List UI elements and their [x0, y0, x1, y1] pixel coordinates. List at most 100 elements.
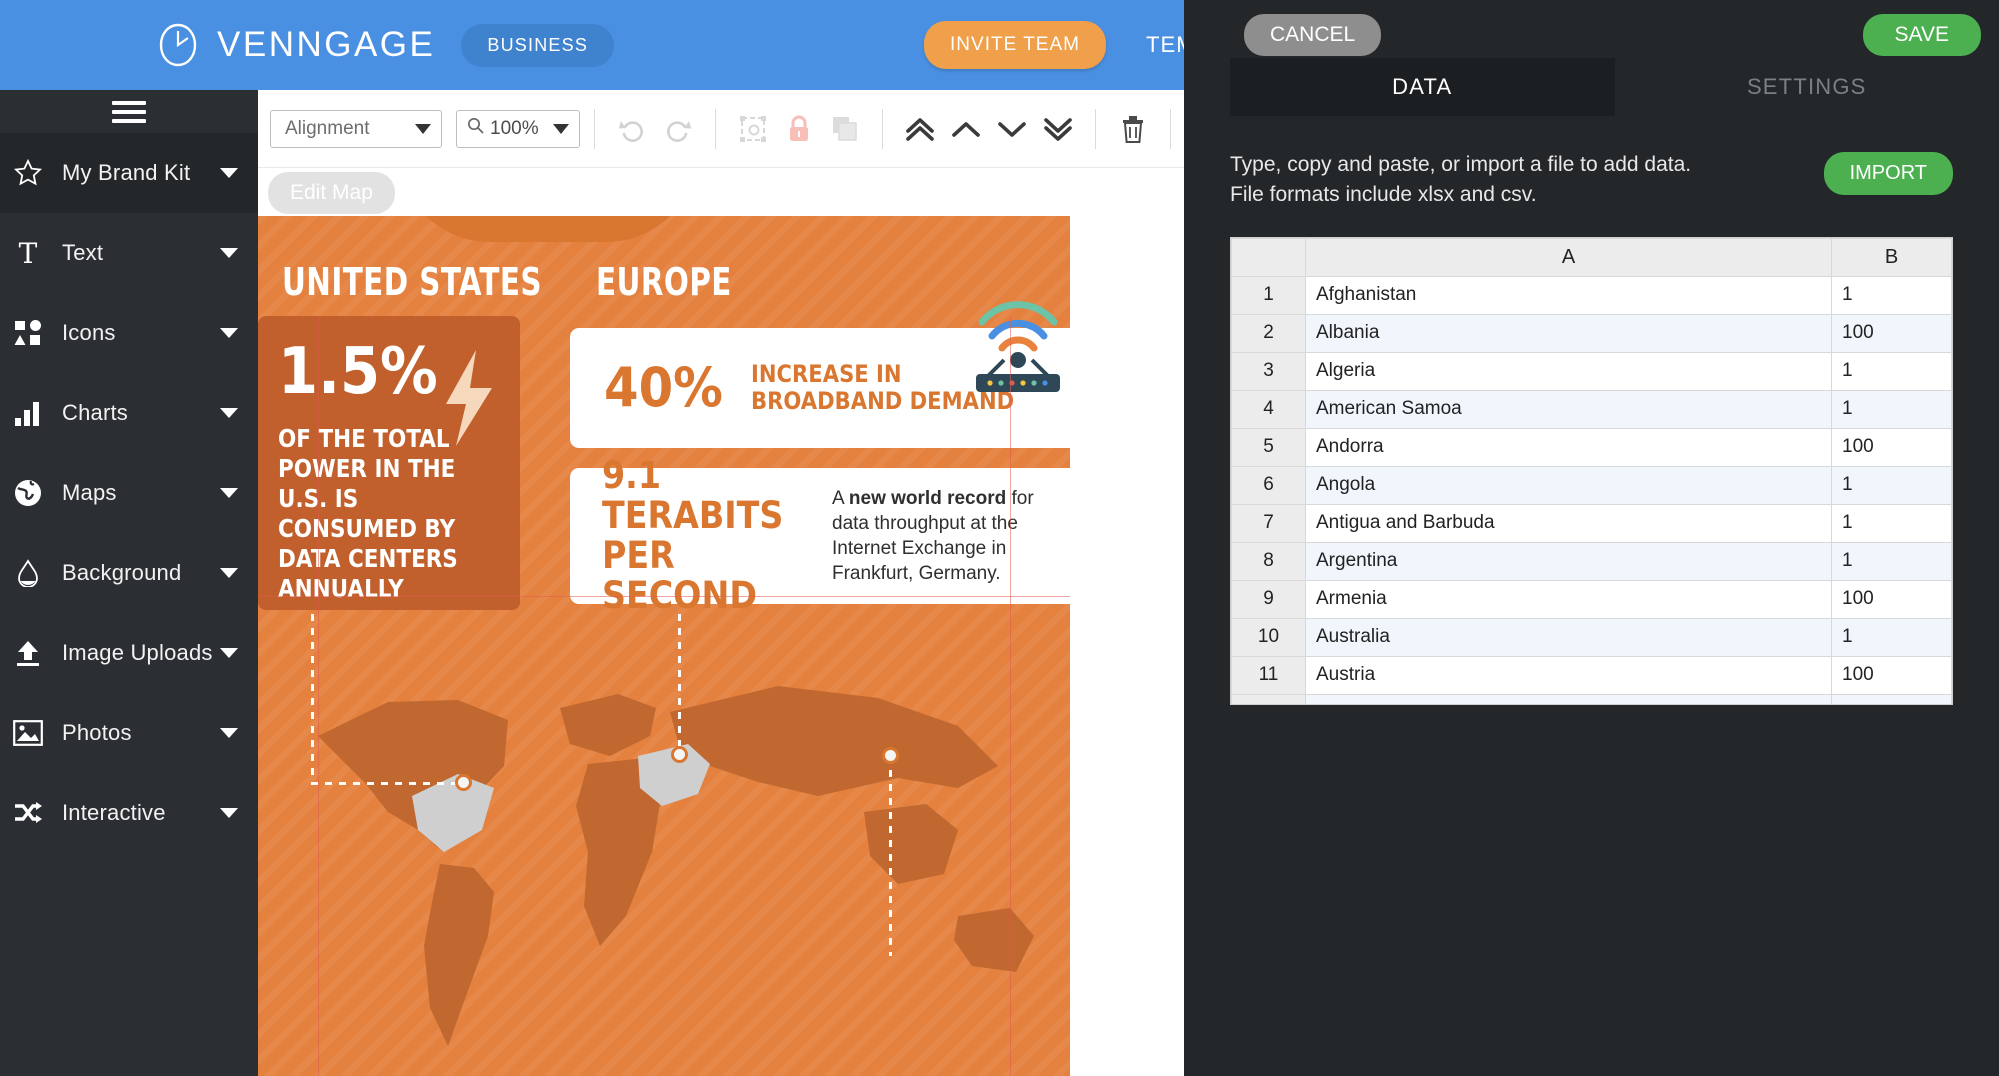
chevron-down-icon[interactable] — [220, 168, 238, 178]
import-button[interactable]: IMPORT — [1823, 152, 1953, 195]
chevron-down-icon[interactable] — [220, 328, 238, 338]
column-header-b[interactable]: B — [1831, 237, 1952, 277]
zoom-dropdown[interactable]: 100% — [456, 109, 580, 148]
cell-b[interactable]: 1 — [1831, 275, 1952, 315]
cell-b[interactable]: 1 — [1831, 465, 1952, 505]
table-row[interactable]: 8 Argentina 1 — [1231, 541, 1952, 581]
tab-data[interactable]: DATA — [1230, 58, 1615, 116]
chevron-down-icon[interactable] — [220, 568, 238, 578]
cell-b[interactable]: 100 — [1831, 579, 1952, 619]
edit-map-button[interactable]: Edit Map — [268, 172, 395, 214]
table-row[interactable]: 7 Antigua and Barbuda 1 — [1231, 503, 1952, 543]
chevron-down-icon[interactable] — [220, 728, 238, 738]
toolbar-divider — [881, 108, 883, 149]
table-row[interactable]: 11 Austria 100 — [1231, 655, 1952, 695]
cell-a[interactable]: Austria — [1305, 655, 1832, 695]
sidebar-item-text[interactable]: T Text — [0, 213, 258, 293]
save-button[interactable]: SAVE — [1862, 14, 1981, 56]
chevron-down-icon[interactable] — [220, 808, 238, 818]
cell-a[interactable]: Afghanistan — [1305, 275, 1832, 315]
cell-b[interactable]: 100 — [1831, 655, 1952, 695]
table-row[interactable]: 3 Algeria 1 — [1231, 351, 1952, 391]
sidebar-menu-toggle[interactable] — [0, 90, 258, 133]
section-title-united-states[interactable]: UNITED STATES — [282, 260, 542, 304]
row-number: 12 — [1231, 693, 1306, 704]
sidebar-item-image-uploads[interactable]: Image Uploads — [0, 613, 258, 693]
eu-throughput-card[interactable]: 9.1 TERABITS PER SECOND A new world reco… — [570, 456, 1070, 615]
table-row[interactable]: 10 Australia 1 — [1231, 617, 1952, 657]
cell-a[interactable]: Angola — [1305, 465, 1832, 505]
intro-line-1: Type, copy and paste, or import a file t… — [1230, 153, 1692, 176]
sidebar-item-background[interactable]: Background — [0, 533, 258, 613]
row-number: 4 — [1231, 389, 1306, 429]
undo-icon[interactable] — [614, 111, 650, 147]
table-row[interactable]: 9 Armenia 100 — [1231, 579, 1952, 619]
table-row[interactable]: 12Azerbaijan100 — [1231, 693, 1952, 704]
sidebar-item-photos[interactable]: Photos — [0, 693, 258, 773]
us-stat-card[interactable]: 1.5% OF THE TOTAL POWER IN THE U.S. IS C… — [258, 316, 520, 610]
sidebar-item-my-brand-kit[interactable]: My Brand Kit — [0, 133, 258, 213]
chevron-down-icon[interactable] — [220, 648, 238, 658]
cell-b[interactable]: 100 — [1831, 313, 1952, 353]
bring-forward-icon[interactable] — [948, 111, 984, 147]
chevron-down-icon[interactable] — [220, 488, 238, 498]
infographic-page[interactable]: UNITED STATES EUROPE 1.5% OF THE TOTAL P… — [258, 216, 1070, 1076]
cell-b[interactable]: 1 — [1831, 541, 1952, 581]
cell-b[interactable]: 100 — [1831, 693, 1952, 704]
redo-icon[interactable] — [660, 111, 696, 147]
cell-a[interactable]: American Samoa — [1305, 389, 1832, 429]
eu-throughput-stat: 9.1 TERABITS PER SECOND — [602, 454, 784, 617]
world-map-graphic[interactable] — [258, 616, 1070, 1076]
map-marker-asia[interactable] — [882, 747, 899, 764]
invite-team-button[interactable]: INVITE TEAM — [924, 21, 1106, 69]
cell-a[interactable]: Australia — [1305, 617, 1832, 657]
sidebar-item-maps[interactable]: Maps — [0, 453, 258, 533]
sidebar-item-charts[interactable]: Charts — [0, 373, 258, 453]
data-spreadsheet[interactable]: A B 1 Afghanistan 1 2 Albania 100 3 Algeria 1 4 Am… — [1230, 236, 1953, 705]
table-row[interactable]: 5 Andorra 100 — [1231, 427, 1952, 467]
duplicate-icon[interactable] — [827, 111, 863, 147]
cell-a[interactable]: Azerbaijan — [1305, 693, 1832, 704]
group-icon[interactable] — [735, 111, 771, 147]
cell-a[interactable]: Argentina — [1305, 541, 1832, 581]
cell-a[interactable]: Albania — [1305, 313, 1832, 353]
table-row[interactable]: 2 Albania 100 — [1231, 313, 1952, 353]
toolbar-divider — [1169, 108, 1171, 149]
cell-b[interactable]: 1 — [1831, 503, 1952, 543]
trash-icon[interactable] — [1115, 111, 1151, 147]
cancel-button[interactable]: CANCEL — [1244, 14, 1382, 56]
sidebar-item-icons[interactable]: Icons — [0, 293, 258, 373]
alignment-label: Alignment — [285, 117, 370, 139]
chevron-down-icon[interactable] — [220, 248, 238, 258]
chevron-down-icon[interactable] — [220, 408, 238, 418]
tab-settings[interactable]: SETTINGS — [1615, 58, 1999, 116]
alignment-dropdown[interactable]: Alignment — [270, 109, 442, 148]
send-to-back-icon[interactable] — [1040, 111, 1076, 147]
sidebar-item-interactive[interactable]: Interactive — [0, 773, 258, 853]
lock-icon[interactable] — [781, 111, 817, 147]
send-backward-icon[interactable] — [994, 111, 1030, 147]
table-row[interactable]: 4 American Samoa 1 — [1231, 389, 1952, 429]
map-marker-us[interactable] — [455, 774, 472, 791]
map-marker-europe[interactable] — [671, 746, 688, 763]
row-number: 5 — [1231, 427, 1306, 467]
table-row[interactable]: 1 Afghanistan 1 — [1231, 275, 1952, 315]
cell-a[interactable]: Algeria — [1305, 351, 1832, 391]
data-table[interactable]: A B 1 Afghanistan 1 2 Albania 100 3 Algeria 1 4 Am… — [1231, 237, 1952, 704]
hamburger-icon — [112, 96, 146, 128]
cell-a[interactable]: Armenia — [1305, 579, 1832, 619]
toolbar-divider — [1094, 108, 1096, 149]
cell-b[interactable]: 1 — [1831, 617, 1952, 657]
wifi-router-icon — [968, 286, 1068, 396]
sidebar-label: Text — [62, 240, 104, 265]
column-header-a[interactable]: A — [1305, 237, 1832, 277]
cell-b[interactable]: 100 — [1831, 427, 1952, 467]
table-row[interactable]: 6 Angola 1 — [1231, 465, 1952, 505]
cell-b[interactable]: 1 — [1831, 389, 1952, 429]
cell-b[interactable]: 1 — [1831, 351, 1952, 391]
bring-to-front-icon[interactable] — [902, 111, 938, 147]
cell-a[interactable]: Andorra — [1305, 427, 1832, 467]
section-title-europe[interactable]: EUROPE — [596, 260, 732, 304]
venngage-logo[interactable]: VENNGAGE — [155, 22, 435, 68]
cell-a[interactable]: Antigua and Barbuda — [1305, 503, 1832, 543]
